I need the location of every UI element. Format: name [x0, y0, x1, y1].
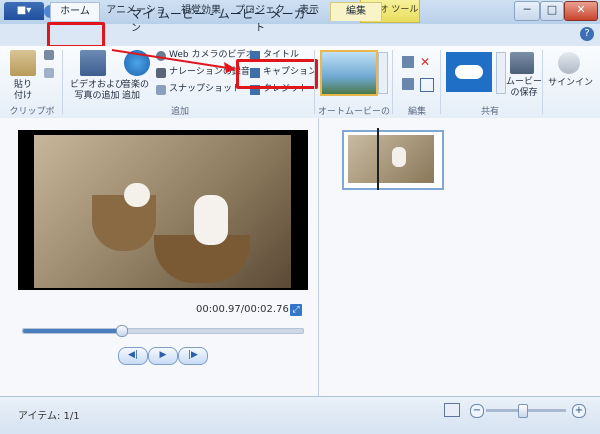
tab-file-menu[interactable]: ■▾ [4, 2, 44, 20]
close-button[interactable]: ✕ [564, 1, 598, 21]
help-icon[interactable]: ? [580, 27, 594, 41]
add-videos-photos-button[interactable]: ビデオおよび 写真の追加 [70, 80, 124, 102]
storyboard-clip-image [348, 135, 434, 183]
cut-icon[interactable] [44, 50, 54, 60]
rotate-left-icon[interactable] [402, 56, 414, 68]
caption-highlight [236, 59, 318, 89]
red-arrow-icon [111, 49, 236, 73]
automovie-theme-thumbnail[interactable] [320, 50, 378, 96]
paste-icon [10, 50, 36, 76]
zoom-slider-thumb[interactable] [518, 404, 528, 418]
kitten-left [124, 183, 150, 207]
save-movie-icon [510, 52, 534, 74]
storyboard-playhead[interactable] [377, 128, 379, 190]
add-videos-photos-icon [80, 50, 106, 76]
copy-icon[interactable] [44, 68, 54, 78]
paste-button[interactable]: 貼り 付け [14, 80, 32, 102]
ribbon-separator [62, 50, 63, 114]
tab-visual-effects[interactable]: 視覚効果 [178, 2, 224, 20]
home-tab-highlight [47, 22, 105, 48]
next-frame-button[interactable]: |▶ [178, 347, 208, 365]
save-movie-button[interactable]: ムービー の保存 [506, 77, 542, 99]
select-all-icon[interactable] [420, 78, 434, 92]
ribbon-separator [392, 50, 393, 114]
add-music-button[interactable]: 音楽の 追加 [122, 80, 149, 102]
maximize-button[interactable]: □ [540, 1, 564, 21]
tab-animation[interactable]: アニメーション [104, 2, 168, 34]
snapshot-button[interactable]: スナップショット [169, 84, 241, 95]
rotate-right-icon[interactable] [402, 78, 414, 90]
zoom-out-button[interactable]: − [470, 404, 484, 418]
seek-thumb[interactable] [116, 325, 128, 337]
previous-frame-button[interactable]: ◀| [118, 347, 148, 365]
ribbon-separator [440, 50, 441, 114]
play-button[interactable]: ▶ [148, 347, 178, 365]
tab-home[interactable]: ホーム [50, 2, 100, 21]
user-avatar-icon [558, 52, 580, 74]
ribbon-separator [314, 50, 315, 114]
thumbnail-size-icon[interactable] [444, 403, 460, 417]
video-preview-image [34, 135, 291, 288]
kitten-right [194, 195, 228, 245]
add-group-label: 追加 [170, 107, 189, 117]
share-group-label: 共有 [480, 107, 499, 117]
share-gallery-scroll[interactable] [496, 52, 506, 94]
seek-progress [23, 329, 122, 333]
snapshot-icon [156, 85, 166, 95]
fullscreen-icon[interactable]: ⤢ [290, 304, 302, 316]
timecode: 00:00.97/00:02.76 [196, 304, 289, 315]
ribbon-separator [542, 50, 543, 114]
remove-icon[interactable]: ✕ [420, 56, 432, 68]
tab-edit[interactable]: 編集 [330, 2, 382, 21]
item-count: アイテム: 1/1 [18, 411, 80, 422]
theme-gallery-scroll[interactable] [378, 52, 388, 94]
minimize-button[interactable]: ─ [514, 1, 540, 21]
zoom-in-button[interactable]: + [572, 404, 586, 418]
signin-button[interactable]: サインイン [548, 78, 593, 89]
cloud-icon [455, 65, 483, 79]
editing-group-label: 編集 [407, 107, 426, 117]
tab-view[interactable]: 表示 [294, 2, 324, 20]
clip-kitten [392, 147, 406, 167]
status-bar [0, 396, 600, 434]
tab-project[interactable]: プロジェクト [232, 2, 288, 34]
pane-divider[interactable] [318, 118, 319, 396]
